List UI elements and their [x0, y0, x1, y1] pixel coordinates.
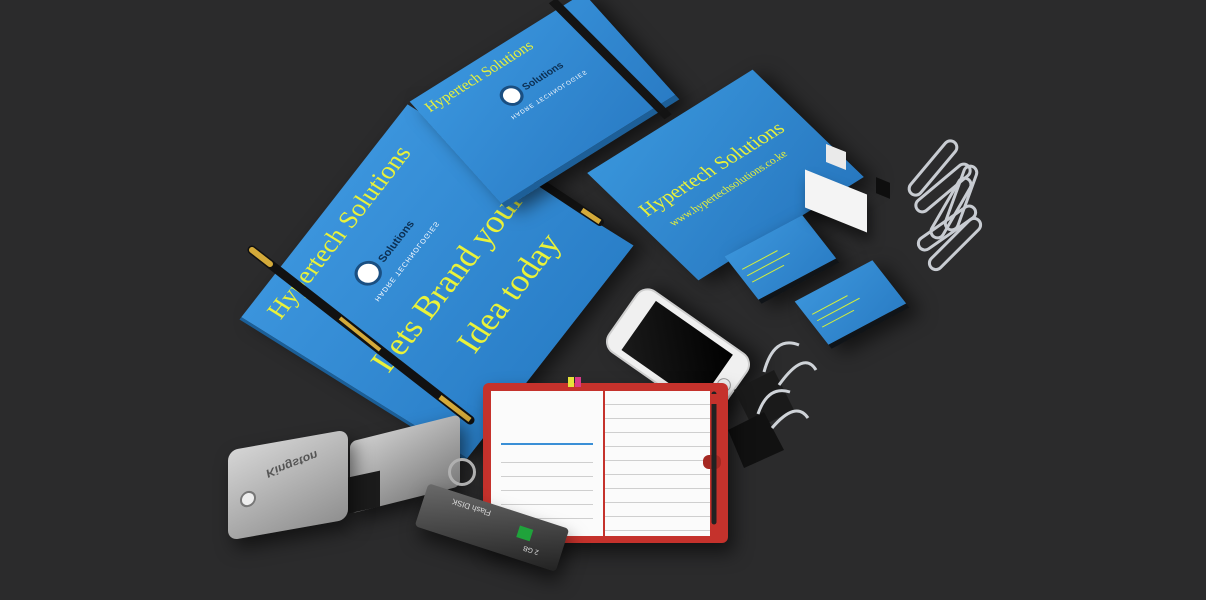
business-card-2-details — [808, 282, 876, 328]
usb-led-icon — [240, 489, 256, 509]
binder-clips — [728, 341, 818, 468]
business-card-1-details — [738, 237, 806, 283]
usb-brand: Kingston — [265, 447, 319, 481]
planner-right-page — [605, 391, 710, 536]
usb-keyring-icon — [448, 458, 476, 486]
stationery-mockup-scene: { "folder": { "company": "Hypertech Solu… — [0, 0, 1206, 600]
flash-disk-indicator-icon — [516, 525, 534, 542]
binder-clip-icon — [734, 341, 818, 430]
planner-left-rule — [501, 443, 593, 445]
bookmark-tab-yellow — [568, 377, 574, 387]
bookmark-tab-pink — [575, 377, 581, 387]
paper-clips-pile — [898, 136, 988, 275]
planner-pen — [711, 391, 717, 525]
flash-disk-capacity: 2 GB — [522, 543, 540, 556]
pen-on-folder — [247, 245, 475, 425]
